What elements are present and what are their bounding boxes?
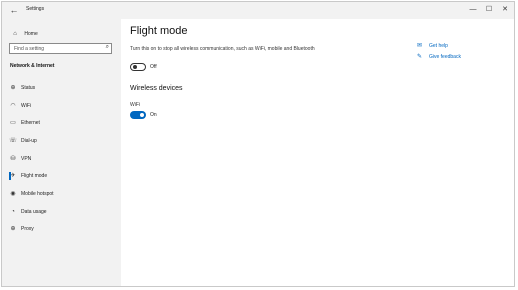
search-icon[interactable]: ⌕	[106, 44, 109, 51]
search-input[interactable]: Find a setting ⌕	[9, 43, 112, 54]
sidebar-item-label: VPN	[21, 156, 32, 162]
minimize-button[interactable]: —	[467, 4, 479, 16]
sidebar-item-data-usage[interactable]: ◔ Data usage	[8, 206, 118, 218]
sidebar-item-vpn[interactable]: ⛁ VPN	[8, 153, 118, 165]
close-button[interactable]: ✕	[499, 4, 511, 16]
sidebar-item-label: Home	[24, 31, 38, 37]
wireless-devices-heading: Wireless devices	[130, 85, 183, 92]
settings-window: ← Settings — ☐ ✕ ⌂ Home Find a setting ⌕…	[1, 1, 515, 287]
sidebar-item-dial-up[interactable]: ☏ Dial-up	[8, 135, 118, 147]
sidebar-item-proxy[interactable]: ⊕ Proxy	[8, 223, 118, 235]
sidebar: ⌂ Home Find a setting ⌕ Network & Intern…	[2, 19, 121, 286]
feedback-icon: ✎	[417, 54, 423, 60]
sidebar-item-label: Proxy	[21, 226, 34, 232]
toggle-knob	[140, 113, 144, 117]
back-arrow-icon[interactable]: ←	[8, 5, 20, 15]
vpn-icon: ⛁	[10, 156, 16, 162]
sidebar-item-label: Ethernet	[21, 120, 40, 126]
maximize-button[interactable]: ☐	[483, 4, 495, 16]
sidebar-item-label: Status	[21, 85, 36, 91]
sidebar-item-home[interactable]: ⌂ Home	[10, 29, 38, 39]
home-icon: ⌂	[13, 31, 17, 37]
hotspot-icon: ◉	[10, 191, 16, 197]
sidebar-item-label: Dial-up	[21, 138, 37, 144]
sidebar-item-wifi[interactable]: ◠ WiFi	[8, 100, 118, 112]
phone-icon: ☏	[9, 138, 17, 144]
get-help-link[interactable]: Get help	[429, 43, 448, 49]
flight-mode-description: Turn this on to stop all wireless commun…	[130, 46, 315, 52]
wifi-label: WiFi	[130, 102, 140, 108]
data-usage-icon: ◔	[11, 209, 15, 215]
sidebar-item-label: WiFi	[21, 103, 31, 109]
sidebar-item-label: Mobile hotspot	[21, 191, 54, 197]
wifi-toggle[interactable]	[130, 111, 146, 119]
globe-icon: ⊕	[10, 85, 16, 91]
give-feedback-link[interactable]: Give feedback	[429, 54, 461, 60]
wifi-icon: ◠	[10, 103, 16, 109]
wifi-state: On	[150, 112, 157, 118]
page-title: Flight mode	[130, 25, 188, 37]
flight-mode-toggle[interactable]	[130, 63, 146, 71]
flight-mode-state: Off	[150, 64, 157, 70]
sidebar-item-label: Flight mode	[21, 173, 48, 179]
help-chat-icon: ✉	[417, 43, 423, 49]
sidebar-item-mobile-hotspot[interactable]: ◉ Mobile hotspot	[8, 188, 118, 200]
app-title: Settings	[26, 6, 45, 12]
sidebar-item-label: Data usage	[21, 209, 47, 215]
sidebar-item-ethernet[interactable]: ▭ Ethernet	[8, 117, 118, 129]
main-content: Flight mode Turn this on to stop all wir…	[121, 19, 514, 286]
search-placeholder: Find a setting	[14, 46, 45, 52]
sidebar-item-status[interactable]: ⊕ Status	[8, 82, 118, 94]
sidebar-item-flight-mode[interactable]: ✈ Flight mode	[8, 170, 118, 182]
toggle-knob	[133, 65, 137, 69]
title-bar: ← Settings — ☐ ✕	[2, 2, 514, 19]
active-indicator	[9, 172, 11, 180]
ethernet-icon: ▭	[10, 120, 16, 126]
section-heading: Network & Internet	[10, 63, 55, 69]
globe-icon: ⊕	[10, 226, 16, 232]
